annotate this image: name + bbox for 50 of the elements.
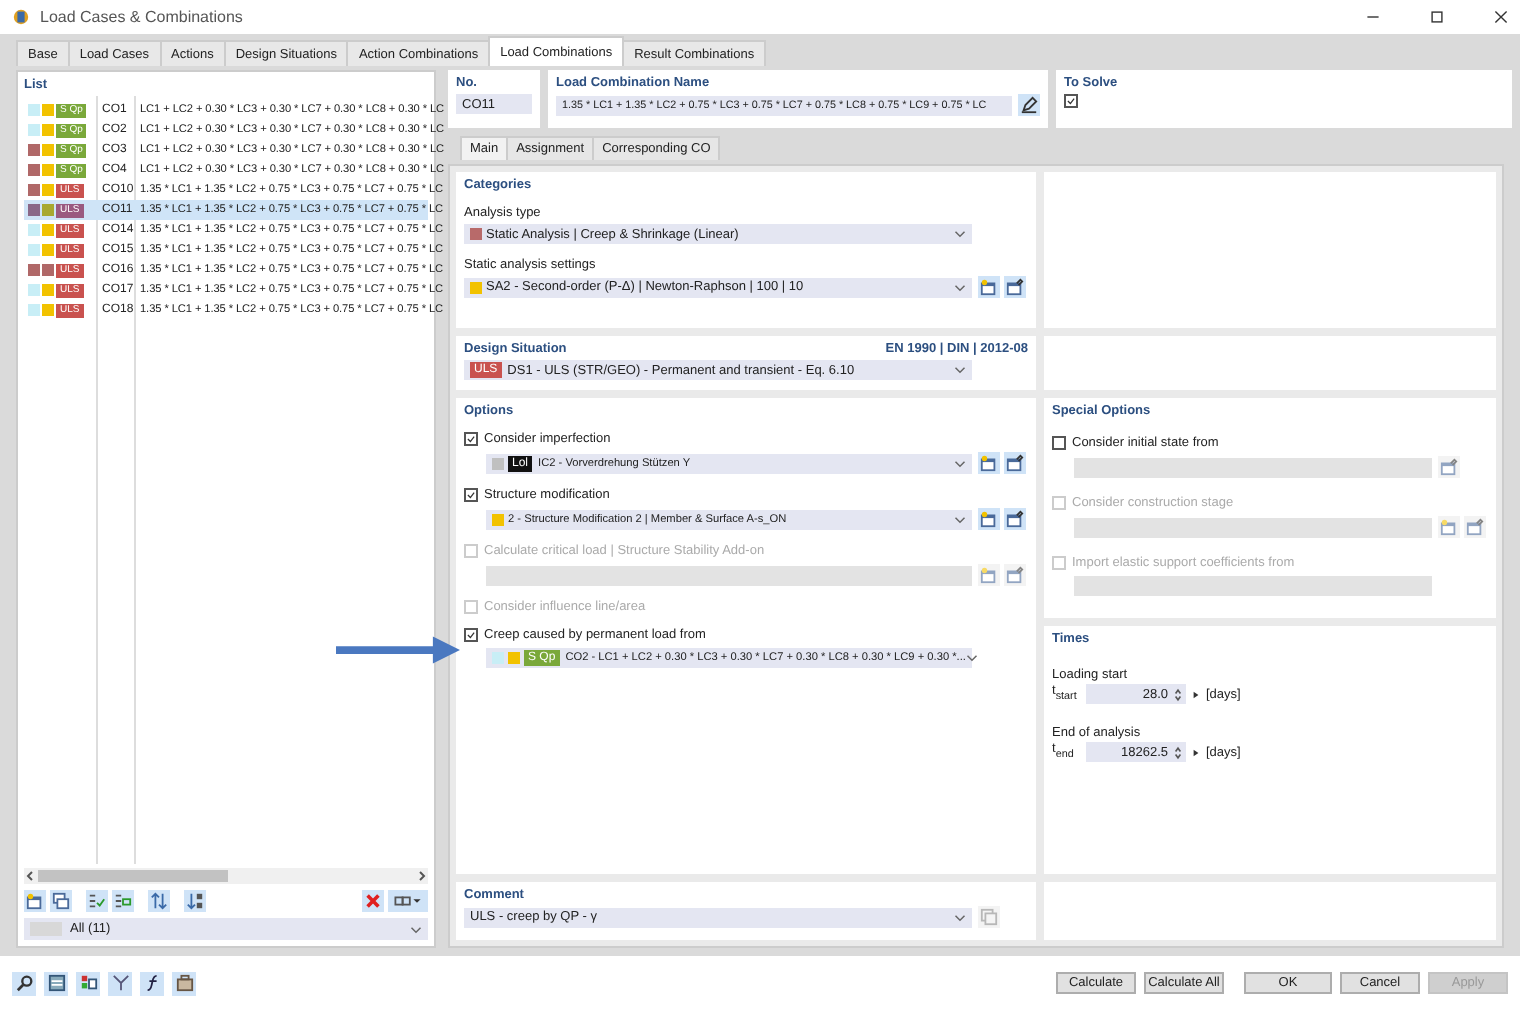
checkbox[interactable] <box>464 432 478 446</box>
delete-button[interactable] <box>362 890 384 912</box>
chevron-icon <box>954 366 966 374</box>
window-title: Load Cases & Combinations <box>40 8 243 26</box>
checkbox[interactable] <box>1064 94 1078 108</box>
search-button[interactable] <box>12 971 36 995</box>
filter-button[interactable] <box>108 971 132 995</box>
new-button[interactable] <box>978 452 1000 474</box>
edit-button[interactable] <box>1018 94 1040 116</box>
scroll-right-icon[interactable] <box>416 870 428 882</box>
new-button[interactable] <box>978 508 1000 530</box>
annotation-arrow <box>336 636 460 664</box>
scroll-left-icon[interactable] <box>24 870 36 882</box>
toolbox-button[interactable] <box>172 971 196 995</box>
edit-button[interactable] <box>1004 452 1026 474</box>
chevron-icon <box>954 515 966 523</box>
new-button[interactable] <box>978 276 1000 298</box>
units-button[interactable] <box>44 971 68 995</box>
formula-button[interactable] <box>140 971 164 995</box>
filter-swatch <box>30 922 62 936</box>
copy-button[interactable] <box>50 890 72 912</box>
chevron-icon <box>954 459 966 467</box>
edit-button[interactable] <box>1004 508 1026 530</box>
maximize-icon[interactable] <box>1430 10 1444 24</box>
close-icon[interactable] <box>1494 10 1508 24</box>
renumber-button[interactable] <box>148 890 170 912</box>
uncheck-button[interactable] <box>112 890 134 912</box>
checkbox[interactable] <box>1052 436 1066 450</box>
play-icon[interactable] <box>1192 747 1200 757</box>
chevron-icon <box>954 283 966 291</box>
new-button[interactable] <box>24 890 46 912</box>
play-icon[interactable] <box>1192 689 1200 699</box>
minimize-icon[interactable] <box>1366 10 1380 24</box>
sort-button[interactable] <box>184 890 206 912</box>
spinner-icon[interactable] <box>1174 687 1182 701</box>
chevron-icon <box>954 913 966 921</box>
colors-button[interactable] <box>76 971 100 995</box>
edit-button[interactable] <box>1004 276 1026 298</box>
spinner-icon[interactable] <box>1174 745 1182 759</box>
horizontal-scrollbar[interactable] <box>24 868 428 884</box>
chevron-icon <box>965 654 978 662</box>
app-icon <box>12 8 30 26</box>
checkbox[interactable] <box>464 628 478 642</box>
checkbox[interactable] <box>464 488 478 502</box>
chevron-icon <box>954 230 966 238</box>
columns-icon <box>392 892 424 910</box>
chevron-icon <box>410 925 422 933</box>
function-icon <box>143 974 161 992</box>
check-all-button[interactable] <box>86 890 108 912</box>
view-button[interactable] <box>388 890 428 912</box>
